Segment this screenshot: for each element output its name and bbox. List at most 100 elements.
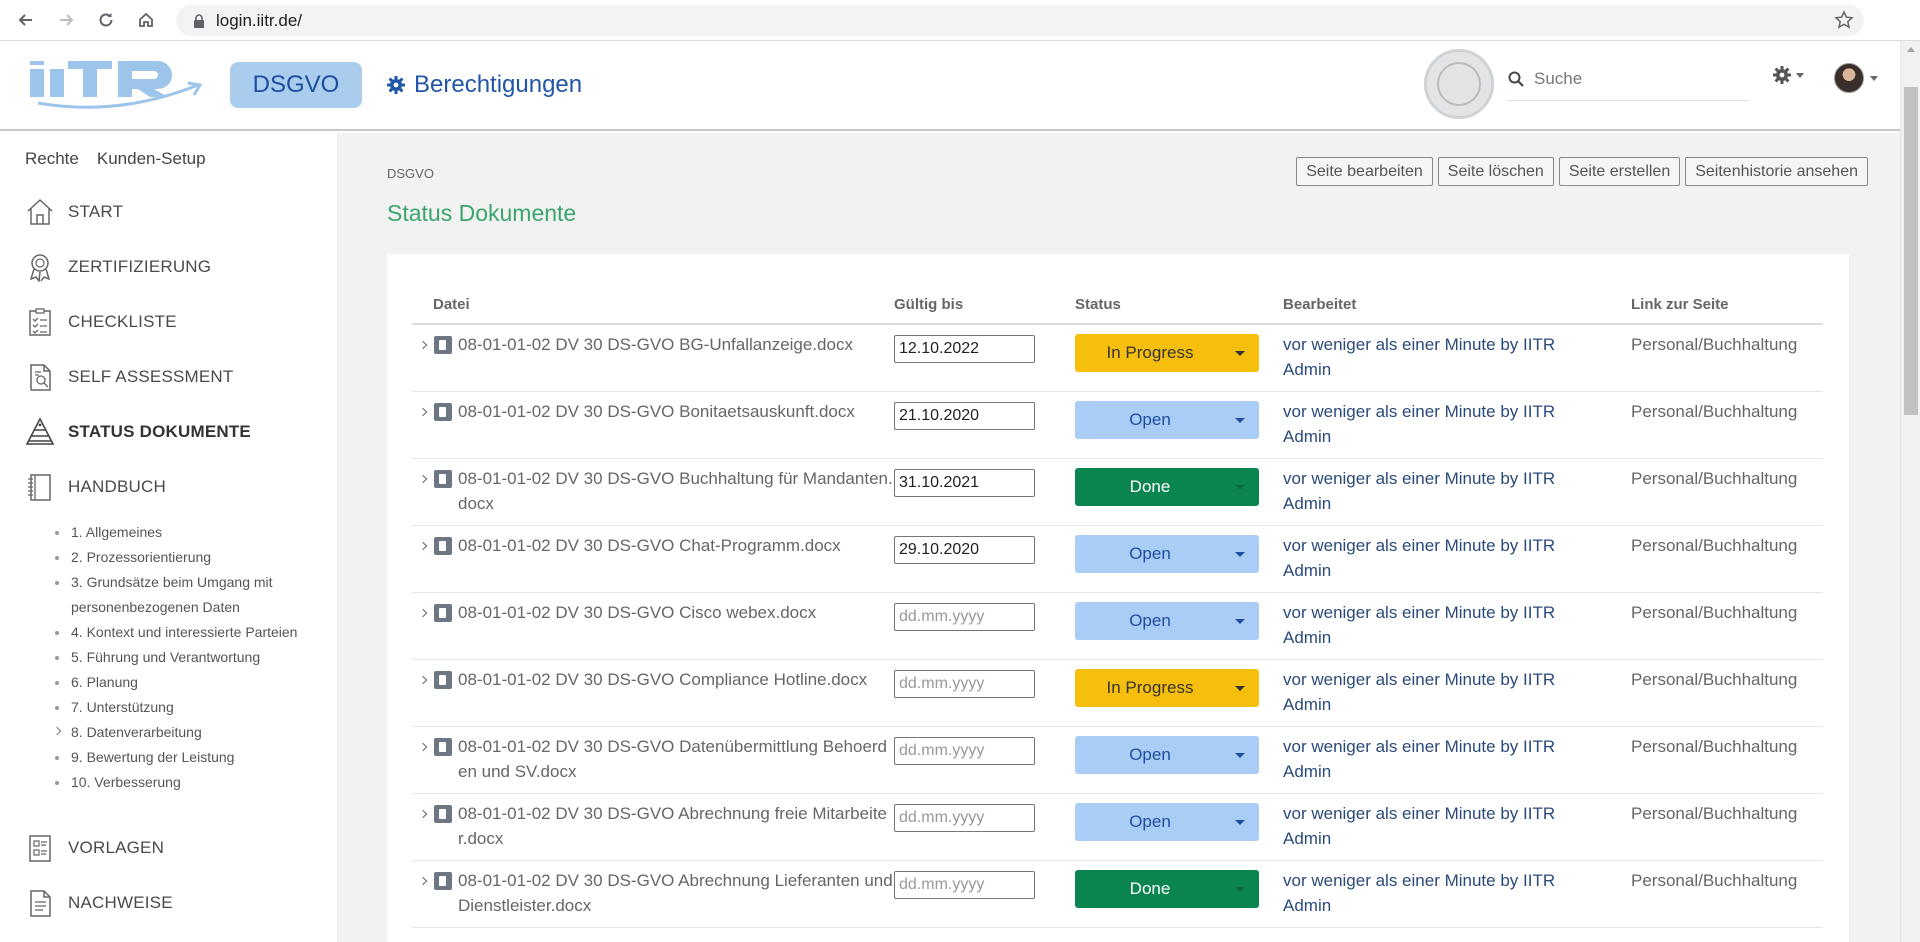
page-link[interactable]: Personal/Buchhaltung — [1631, 667, 1823, 692]
valid-until-input[interactable] — [894, 401, 1035, 430]
status-dropdown[interactable]: In Progress — [1075, 334, 1259, 372]
sidebar-item-handbuch[interactable]: HANDBUCH — [24, 470, 166, 504]
sidebar-item-start[interactable]: START — [24, 195, 123, 229]
status-dropdown[interactable]: Done — [1075, 467, 1259, 506]
handbook-item[interactable]: 5. Führung und Verantwortung — [54, 645, 324, 670]
column-header-file[interactable]: Datei — [412, 292, 894, 325]
dsgvo-module-button[interactable]: DSGVO — [230, 62, 362, 108]
sidebar-tab-rechte[interactable]: Rechte — [25, 149, 79, 169]
status-dropdown[interactable]: In Progress — [1075, 668, 1259, 707]
handbook-item-expandable[interactable]: 8. Datenverarbeitung — [52, 720, 324, 745]
expand-chevron-icon[interactable] — [412, 737, 434, 757]
file-name[interactable]: 08-01-01-02 DV 30 DS-GVO Abrechnung Lief… — [458, 868, 894, 918]
status-dropdown[interactable]: Open — [1075, 400, 1259, 439]
user-menu[interactable] — [1834, 63, 1878, 93]
link-cell: Personal/Buchhaltung — [1631, 525, 1823, 593]
expand-chevron-icon[interactable] — [412, 871, 434, 891]
expand-chevron-icon[interactable] — [412, 536, 434, 556]
link-cell: Personal/Buchhaltung — [1631, 793, 1823, 861]
iitr-logo[interactable] — [28, 55, 204, 115]
handbook-item[interactable]: 2. Prozessorientierung — [54, 545, 324, 570]
valid-until-input[interactable] — [894, 602, 1035, 631]
chevron-right-icon[interactable] — [52, 726, 62, 736]
status-dropdown[interactable]: Open — [1075, 735, 1259, 774]
page-history-button[interactable]: Seitenhistorie ansehen — [1685, 157, 1868, 186]
sidebar-item-nachweise[interactable]: NACHWEISE — [24, 886, 173, 920]
expand-chevron-icon[interactable] — [412, 670, 434, 690]
file-name[interactable]: 08-01-01-02 DV 30 DS-GVO Compliance Hotl… — [458, 667, 894, 692]
search-input[interactable] — [1534, 68, 1724, 89]
file-name[interactable]: 08-01-01-02 DV 30 DS-GVO Datenübermittlu… — [458, 734, 894, 784]
bookmark-star-icon[interactable] — [1834, 10, 1854, 35]
file-name[interactable]: 08-01-01-02 DV 30 DS-GVO Chat-Programm.d… — [458, 533, 894, 558]
valid-until-input[interactable] — [894, 736, 1035, 765]
back-button[interactable] — [12, 6, 40, 34]
scroll-up-icon[interactable] — [1907, 47, 1915, 52]
file-cell: 08-01-01-02 DV 30 DS-GVO Abrechnung Lief… — [412, 860, 894, 928]
sidebar-tab-kunden-setup[interactable]: Kunden-Setup — [97, 149, 206, 169]
sidebar-item-self-assessment[interactable]: SELF ASSESSMENT — [24, 360, 234, 394]
valid-until-input[interactable] — [894, 870, 1035, 899]
sidebar-item-zertifizierung[interactable]: ZERTIFIZIERUNG — [24, 250, 211, 284]
page-link[interactable]: Personal/Buchhaltung — [1631, 533, 1823, 558]
expand-chevron-icon[interactable] — [412, 603, 434, 623]
handbook-item[interactable]: 1. Allgemeines — [54, 520, 324, 545]
page-link[interactable]: Personal/Buchhaltung — [1631, 734, 1823, 759]
handbook-item[interactable]: 10. Verbesserung — [54, 770, 324, 795]
column-header-status[interactable]: Status — [1075, 292, 1283, 325]
status-cell: Open — [1075, 525, 1283, 593]
expand-chevron-icon[interactable] — [412, 335, 434, 355]
handbook-item[interactable]: 6. Planung — [54, 670, 324, 695]
valid-until-input[interactable] — [894, 335, 1035, 363]
valid-until-input[interactable] — [894, 468, 1035, 497]
reload-button[interactable] — [92, 6, 120, 34]
page-link[interactable]: Personal/Buchhaltung — [1631, 600, 1823, 625]
home-button[interactable] — [132, 6, 160, 34]
valid-until-input[interactable] — [894, 803, 1035, 832]
status-dropdown[interactable]: Open — [1075, 802, 1259, 841]
valid-until-input[interactable] — [894, 535, 1035, 564]
expand-chevron-icon[interactable] — [412, 402, 434, 422]
page-link[interactable]: Personal/Buchhaltung — [1631, 801, 1823, 826]
handbook-item[interactable]: 4. Kontext und interessierte Parteien — [54, 620, 324, 645]
page-link[interactable]: Personal/Buchhaltung — [1631, 868, 1823, 893]
settings-menu[interactable] — [1772, 65, 1804, 85]
permissions-link[interactable]: Berechtigungen — [386, 71, 582, 99]
edit-page-button[interactable]: Seite bearbeiten — [1296, 157, 1433, 186]
app-header: DSGVO Berechtigungen — [0, 41, 1900, 131]
expand-chevron-icon[interactable] — [412, 469, 434, 489]
column-header-link[interactable]: Link zur Seite — [1631, 292, 1823, 325]
status-dropdown[interactable]: Open — [1075, 601, 1259, 640]
breadcrumb[interactable]: DSGVO — [387, 166, 434, 181]
page-link[interactable]: Personal/Buchhaltung — [1631, 399, 1823, 424]
expand-chevron-icon[interactable] — [412, 804, 434, 824]
settings-gear-icon — [1773, 66, 1791, 84]
file-name[interactable]: 08-01-01-02 DV 30 DS-GVO Bonitaetsauskun… — [458, 399, 894, 424]
sidebar-item-status-dokumente[interactable]: STATUS DOKUMENTE — [24, 415, 251, 449]
handbook-item[interactable]: 3. Grundsätze beim Umgang mit personenbe… — [54, 570, 324, 620]
page-link[interactable]: Personal/Buchhaltung — [1631, 466, 1823, 491]
create-page-button[interactable]: Seite erstellen — [1558, 157, 1681, 186]
page-scrollbar[interactable] — [1900, 41, 1920, 942]
handbook-item[interactable]: 7. Unterstützung — [54, 695, 324, 720]
page-link[interactable]: Personal/Buchhaltung — [1631, 332, 1823, 357]
column-header-valid-until[interactable]: Gültig bis — [894, 292, 1075, 325]
sidebar-item-checkliste[interactable]: CHECKLISTE — [24, 305, 177, 339]
search-box[interactable] — [1508, 57, 1748, 101]
file-name[interactable]: 08-01-01-02 DV 30 DS-GVO Cisco webex.doc… — [458, 600, 894, 625]
sidebar-item-vorlagen[interactable]: VORLAGEN — [24, 831, 164, 865]
column-header-edited[interactable]: Bearbeitet — [1283, 292, 1631, 325]
address-bar[interactable]: login.iitr.de/ — [176, 5, 1864, 36]
chevron-down-icon — [1796, 72, 1804, 78]
status-dropdown[interactable]: Open — [1075, 534, 1259, 573]
file-name[interactable]: 08-01-01-02 DV 30 DS-GVO Abrechnung frei… — [458, 801, 894, 851]
file-name[interactable]: 08-01-01-02 DV 30 DS-GVO Buchhaltung für… — [458, 466, 894, 516]
valid-until-input[interactable] — [894, 669, 1035, 698]
file-name[interactable]: 08-01-01-02 DV 30 DS-GVO BG-Unfallanzeig… — [458, 332, 894, 357]
status-dropdown[interactable]: Done — [1075, 869, 1259, 908]
delete-page-button[interactable]: Seite löschen — [1437, 157, 1554, 186]
file-icon — [434, 402, 452, 421]
forward-button[interactable] — [52, 6, 80, 34]
handbook-item[interactable]: 9. Bewertung der Leistung — [54, 745, 324, 770]
scrollbar-thumb[interactable] — [1904, 87, 1918, 415]
